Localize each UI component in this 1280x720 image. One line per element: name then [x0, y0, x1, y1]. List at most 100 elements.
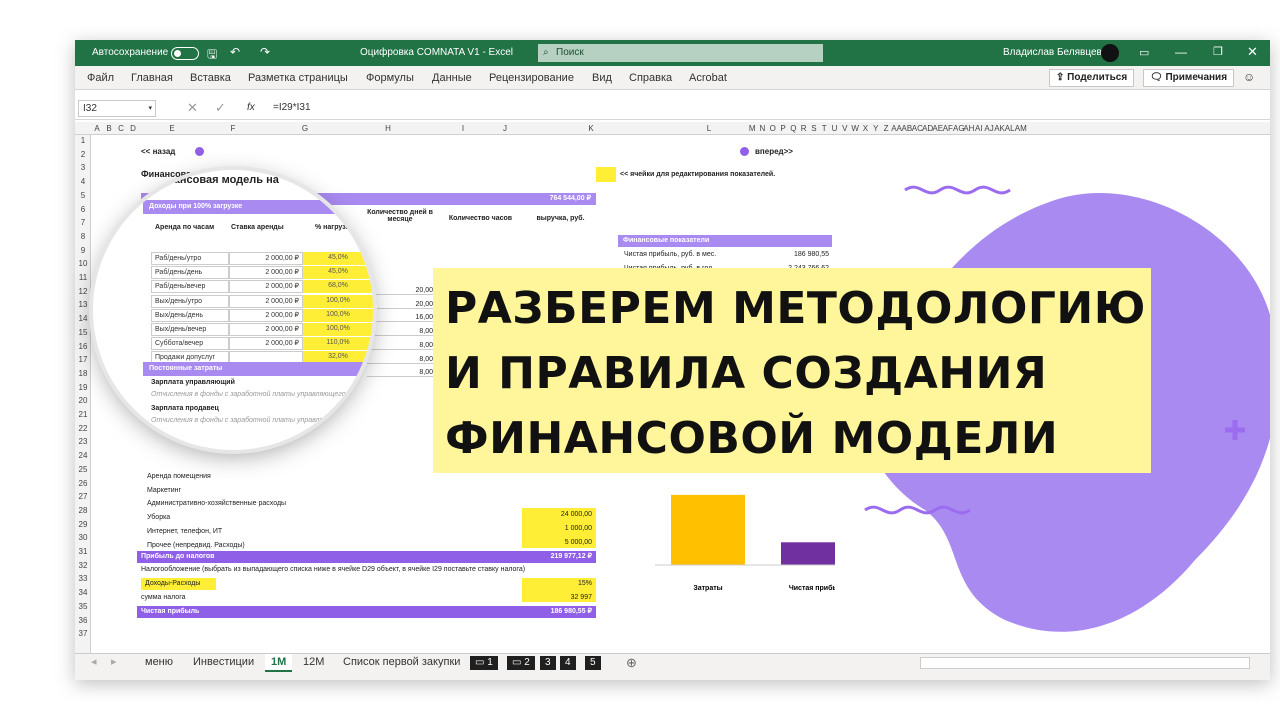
horizontal-scrollbar[interactable]	[920, 657, 1250, 669]
row-header[interactable]: 7	[75, 218, 91, 227]
column-header[interactable]: AJ	[984, 124, 994, 133]
column-header[interactable]: AD	[922, 124, 933, 133]
column-header[interactable]: J	[499, 124, 511, 133]
sheet-tab[interactable]: ▭ 2	[507, 656, 535, 670]
magnified-load[interactable]: 100,0%	[303, 294, 373, 308]
column-header[interactable]: G	[261, 124, 349, 133]
magnified-rate[interactable]: 2 000,00 ₽	[229, 266, 303, 280]
row-header[interactable]: 34	[75, 588, 91, 597]
magnified-rate[interactable]: 2 000,00 ₽	[229, 280, 303, 294]
row-header[interactable]: 13	[75, 300, 91, 309]
row-header[interactable]: 15	[75, 328, 91, 337]
column-header[interactable]: AG	[953, 124, 965, 133]
column-header[interactable]: AH	[963, 124, 974, 133]
back-dot[interactable]	[195, 147, 204, 156]
sheet-tab[interactable]: Список первой закупки	[337, 654, 466, 672]
search-box[interactable]: ⌕ Поиск	[538, 44, 823, 62]
column-header[interactable]: AL	[1005, 124, 1015, 133]
row-header[interactable]: 36	[75, 616, 91, 625]
magnified-load[interactable]: 100,0%	[303, 323, 373, 336]
column-header[interactable]: T	[819, 124, 829, 133]
row-header[interactable]: 14	[75, 314, 91, 323]
column-header[interactable]: O	[768, 124, 778, 133]
column-header[interactable]: M	[747, 124, 757, 133]
undo-icon[interactable]: ↶	[230, 45, 240, 59]
column-header[interactable]: AM	[1015, 124, 1027, 133]
avatar[interactable]	[1101, 44, 1119, 62]
row-header[interactable]: 32	[75, 561, 91, 570]
tab-help[interactable]: Справка	[629, 72, 672, 84]
row-header[interactable]: 22	[75, 424, 91, 433]
share-button[interactable]: ⇪ Поделиться	[1049, 69, 1135, 87]
function-icon[interactable]: fx	[247, 102, 255, 113]
formula-input[interactable]: =I29*I31	[273, 102, 311, 113]
days-cell[interactable]: 8,00	[367, 356, 433, 364]
row-header[interactable]: 31	[75, 547, 91, 556]
column-header[interactable]: AB	[902, 124, 913, 133]
row-header[interactable]: 4	[75, 177, 91, 186]
row-header[interactable]: 29	[75, 520, 91, 529]
column-header[interactable]: B	[103, 124, 115, 133]
row-header[interactable]: 6	[75, 205, 91, 214]
emoji-icon[interactable]: ☺	[1243, 70, 1255, 84]
magnified-load[interactable]: 110,0%	[303, 337, 373, 351]
column-header[interactable]: AF	[943, 124, 953, 133]
column-header[interactable]: S	[809, 124, 819, 133]
row-header[interactable]: 5	[75, 191, 91, 200]
sheet-tab[interactable]: 5	[585, 656, 601, 670]
tab-review[interactable]: Рецензирование	[489, 72, 574, 84]
row-header[interactable]: 18	[75, 369, 91, 378]
column-header[interactable]: K	[511, 124, 671, 133]
column-header[interactable]: F	[205, 124, 261, 133]
save-icon[interactable]: 🖫	[207, 45, 217, 66]
name-box[interactable]: I32 ▾	[78, 100, 156, 117]
row-header[interactable]: 16	[75, 342, 91, 351]
column-header[interactable]: W	[850, 124, 860, 133]
days-cell[interactable]: 8,00	[367, 342, 433, 350]
redo-icon[interactable]: ↷	[260, 45, 270, 59]
sheet-tab[interactable]: меню	[139, 654, 179, 672]
sheet-tab[interactable]: 12М	[297, 654, 330, 672]
column-header[interactable]: I	[427, 124, 499, 133]
column-header[interactable]: AK	[994, 124, 1005, 133]
row-header[interactable]: 37	[75, 629, 91, 638]
column-header[interactable]: A	[91, 124, 103, 133]
column-header[interactable]: H	[349, 124, 427, 133]
restore-icon[interactable]: ❐	[1213, 45, 1223, 58]
row-header[interactable]: 25	[75, 465, 91, 474]
row-header[interactable]: 1	[75, 136, 91, 145]
tab-insert[interactable]: Вставка	[190, 72, 231, 84]
column-header[interactable]: D	[127, 124, 139, 133]
sheet-tab[interactable]: ▭ 1	[470, 656, 498, 670]
column-header[interactable]: Q	[788, 124, 798, 133]
add-sheet-icon[interactable]: ⊕	[620, 654, 643, 672]
row-header[interactable]: 12	[75, 287, 91, 296]
sheet-tab[interactable]: 4	[560, 656, 576, 670]
days-cell[interactable]: 8,00	[367, 328, 433, 337]
column-header[interactable]: R	[799, 124, 809, 133]
tab-scroll-left-icon[interactable]: ◂	[85, 654, 103, 672]
column-header[interactable]: Z	[881, 124, 891, 133]
column-header[interactable]: AC	[912, 124, 923, 133]
days-cell[interactable]: 8,00	[367, 369, 433, 378]
column-header[interactable]: AA	[891, 124, 902, 133]
row-header[interactable]: 17	[75, 355, 91, 364]
forward-dot[interactable]	[740, 147, 749, 156]
column-header[interactable]: V	[840, 124, 850, 133]
column-header[interactable]: X	[860, 124, 870, 133]
ribbon-display-icon[interactable]: ▭	[1139, 46, 1149, 59]
magnified-load[interactable]: 100,0%	[303, 308, 373, 322]
close-icon[interactable]: ✕	[1247, 44, 1258, 60]
tab-data[interactable]: Данные	[432, 72, 472, 84]
tab-home[interactable]: Главная	[131, 72, 173, 84]
back-link[interactable]: << назад	[141, 147, 175, 156]
days-cell[interactable]: 20,00	[367, 301, 433, 309]
row-header[interactable]: 8	[75, 232, 91, 241]
tab-scroll-right-icon[interactable]: ▸	[105, 654, 123, 672]
row-header[interactable]: 30	[75, 533, 91, 542]
column-header[interactable]: AE	[932, 124, 943, 133]
row-header[interactable]: 26	[75, 479, 91, 488]
cancel-icon[interactable]: ✕	[187, 100, 198, 116]
tax-type-select[interactable]: Доходы-Расходы	[141, 578, 216, 590]
magnified-rate[interactable]: 2 000,00 ₽	[229, 337, 303, 351]
